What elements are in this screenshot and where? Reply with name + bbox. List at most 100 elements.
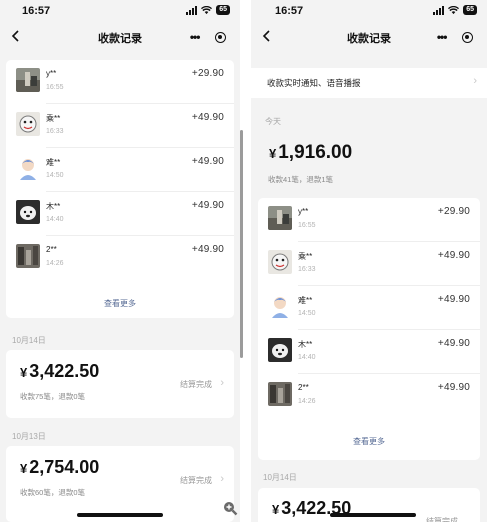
transaction-row[interactable]: 2** 14:26 +49.90: [6, 236, 234, 280]
status-time: 16:57: [275, 5, 304, 17]
today-counts: 收款41笔，退款1笔: [268, 175, 334, 184]
transaction-amount: +49.90: [437, 250, 470, 261]
mini-program-capsule: •••: [429, 27, 481, 47]
home-indicator: [77, 513, 163, 517]
status-bar: 16:57 65: [0, 0, 240, 22]
phone-right: 16:57 65 收款记录 ••• 收款实时通知、语音播报 › 今天 ¥1,91…: [251, 0, 487, 522]
nav-bar: 收款记录 •••: [0, 22, 240, 52]
payer-name: 难**: [298, 296, 313, 305]
transaction-time: 14:40: [46, 216, 64, 223]
transaction-amount: +49.90: [191, 156, 224, 167]
transaction-time: 14:26: [46, 260, 64, 267]
avatar: [16, 68, 40, 92]
mini-program-capsule: •••: [182, 27, 234, 47]
transaction-amount: +49.90: [437, 294, 470, 305]
close-miniprogram-icon[interactable]: [462, 31, 474, 43]
transaction-time: 16:55: [46, 84, 64, 91]
avatar: [268, 250, 292, 274]
zoom-in-icon[interactable]: [222, 500, 238, 516]
payer-name: 乘**: [46, 114, 61, 123]
transaction-row[interactable]: 乘** 16:33 +49.90: [258, 242, 480, 286]
view-more-link[interactable]: 查看更多: [258, 436, 480, 447]
payer-name: 木**: [46, 202, 61, 211]
signal-icon: [186, 5, 198, 15]
transaction-time: 14:40: [298, 354, 316, 361]
transaction-amount: +49.90: [191, 244, 224, 255]
transaction-row[interactable]: 难** 14:50 +49.90: [6, 148, 234, 192]
transaction-time: 16:33: [46, 128, 64, 135]
currency-symbol: ¥: [269, 146, 277, 161]
battery-icon: 65: [463, 5, 477, 15]
transaction-time: 14:50: [46, 172, 64, 179]
transaction-amount: +29.90: [191, 68, 224, 79]
system-icons: 65: [433, 5, 477, 15]
transaction-row[interactable]: 木** 14:40 +49.90: [258, 330, 480, 374]
payer-name: 2**: [298, 383, 309, 392]
wifi-icon: [201, 5, 213, 14]
transaction-row[interactable]: 难** 14:50 +49.90: [258, 286, 480, 330]
transaction-row[interactable]: 乘** 16:33 +49.90: [6, 104, 234, 148]
avatar: [16, 244, 40, 268]
chevron-right-icon: ›: [473, 75, 477, 87]
view-more-link[interactable]: 查看更多: [6, 298, 234, 309]
transaction-row[interactable]: y** 16:55 +29.90: [6, 60, 234, 104]
date-header: 今天: [265, 117, 281, 126]
notice-label: 收款实时通知、语音播报: [267, 78, 361, 88]
today-transactions-card: y** 16:55 +29.90 乘** 16:33 +49.90 难** 14: [258, 198, 480, 460]
avatar: [268, 206, 292, 230]
status-bar: 16:57 65: [251, 0, 487, 22]
transaction-time: 14:26: [298, 398, 316, 405]
avatar: [268, 382, 292, 406]
date-header: 10月14日: [263, 473, 297, 482]
day-total-amount: ¥2,754.00: [20, 457, 100, 477]
settlement-status: 结算完成: [426, 517, 458, 522]
transaction-row[interactable]: y** 16:55 +29.90: [258, 198, 480, 242]
avatar: [16, 112, 40, 136]
scrollbar[interactable]: [240, 130, 243, 358]
transaction-row[interactable]: 2** 14:26 +49.90: [258, 374, 480, 418]
transaction-time: 16:55: [298, 222, 316, 229]
avatar: [16, 200, 40, 224]
chevron-right-icon: ›: [220, 473, 224, 485]
currency-symbol: ¥: [20, 365, 28, 380]
day-summary-card[interactable]: ¥3,422.50 收款75笔，退款0笔 结算完成 ›: [6, 350, 234, 418]
day-summary-card[interactable]: ¥2,754.00 收款60笔，退款0笔 结算完成 ›: [6, 446, 234, 522]
payer-name: 难**: [46, 158, 61, 167]
date-header: 10月13日: [12, 432, 46, 441]
home-indicator: [330, 513, 416, 517]
payer-name: 木**: [298, 340, 313, 349]
transaction-time: 14:50: [298, 310, 316, 317]
realtime-notice-row[interactable]: 收款实时通知、语音播报 ›: [251, 68, 487, 98]
avatar: [268, 294, 292, 318]
more-options-icon[interactable]: •••: [437, 30, 448, 44]
date-header: 10月14日: [12, 336, 46, 345]
today-total-amount: ¥1,916.00: [269, 142, 353, 163]
payer-name: y**: [298, 207, 309, 216]
transaction-amount: +29.90: [437, 206, 470, 217]
transaction-amount: +49.90: [191, 200, 224, 211]
transaction-time: 16:33: [298, 266, 316, 273]
day-total-amount: ¥3,422.50: [20, 361, 100, 381]
transaction-row[interactable]: 木** 14:40 +49.90: [6, 192, 234, 236]
currency-symbol: ¥: [272, 502, 280, 517]
settlement-status: 结算完成: [180, 380, 212, 389]
close-miniprogram-icon[interactable]: [215, 31, 227, 43]
payer-name: 乘**: [298, 252, 313, 261]
system-icons: 65: [186, 5, 230, 15]
status-time: 16:57: [22, 5, 51, 17]
payer-name: y**: [46, 69, 57, 78]
signal-icon: [433, 5, 445, 15]
avatar: [16, 156, 40, 180]
nav-bar: 收款记录 •••: [251, 22, 487, 52]
currency-symbol: ¥: [20, 461, 28, 476]
phone-left: 16:57 65 收款记录 ••• y** 16:55 +29.90 乘** 1…: [0, 0, 240, 522]
payer-name: 2**: [46, 245, 57, 254]
wifi-icon: [448, 5, 460, 14]
settlement-status: 结算完成: [180, 476, 212, 485]
more-options-icon[interactable]: •••: [190, 30, 201, 44]
day-counts: 收款60笔，退款0笔: [20, 488, 86, 497]
battery-icon: 65: [216, 5, 230, 15]
avatar: [268, 338, 292, 362]
day-counts: 收款75笔，退款0笔: [20, 392, 86, 401]
chevron-right-icon: ›: [220, 377, 224, 389]
